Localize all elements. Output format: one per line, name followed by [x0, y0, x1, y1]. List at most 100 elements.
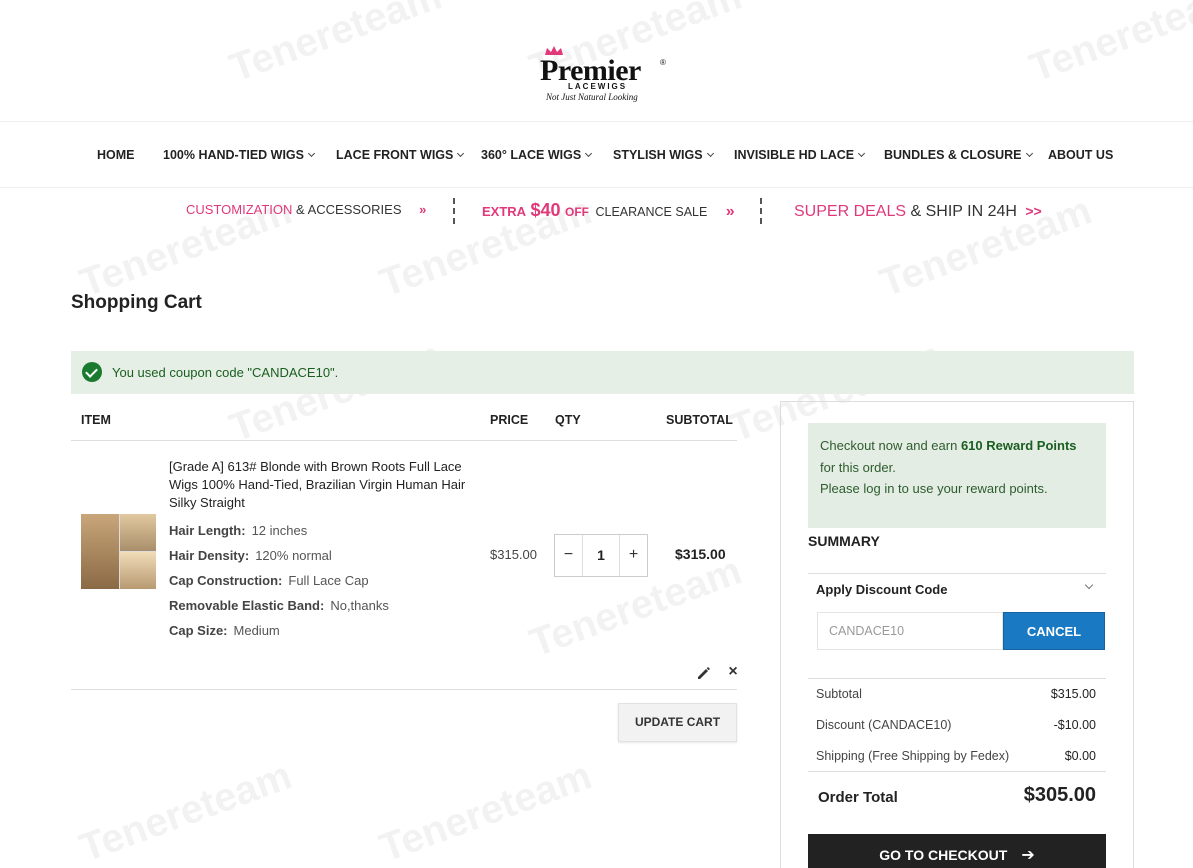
reward-login-text[interactable]: Please log in to use your reward points.	[820, 481, 1048, 496]
column-header-item: ITEM	[81, 413, 111, 427]
nav-label: INVISIBLE HD LACE	[734, 148, 855, 162]
option-label: Cap Construction:	[169, 573, 283, 588]
nav-label: BUNDLES & CLOSURE	[884, 148, 1022, 162]
summary-row-label: Discount (CANDACE10)	[816, 718, 952, 732]
reward-points: 610 Reward Points	[960, 438, 1077, 453]
chevron-down-icon	[1025, 149, 1033, 158]
checkout-button[interactable]: GO TO CHECKOUT ➔	[808, 834, 1106, 868]
site-header: Premier ® LACEWIGS Not Just Natural Look…	[0, 0, 1193, 122]
coupon-success-message: You used coupon code "CANDACE10".	[71, 351, 1134, 394]
nav-label: HOME	[97, 148, 135, 162]
promo-text: & SHIP IN 24H	[910, 203, 1017, 220]
promo-text: CUSTOMIZATION	[186, 202, 293, 217]
option-value: 120% normal	[255, 548, 332, 563]
pencil-icon[interactable]	[695, 665, 711, 681]
column-header-price: PRICE	[490, 413, 529, 427]
promo-arrow-icon: »	[725, 203, 735, 220]
close-icon[interactable]: ×	[726, 664, 740, 680]
nav-label: STYLISH WIGS	[613, 148, 703, 162]
arrow-right-icon: ➔	[1021, 847, 1035, 864]
decrease-qty-button[interactable]: −	[555, 535, 583, 576]
divider	[71, 689, 737, 690]
chevron-down-icon	[307, 149, 316, 158]
item-subtotal: $315.00	[675, 546, 726, 562]
product-thumbnail[interactable]	[81, 514, 156, 589]
promo-arrow-icon: »	[419, 202, 427, 217]
promo-super-deals-link[interactable]: SUPER DEALS & SHIP IN 24H >>	[794, 203, 1042, 221]
brand-tagline: Not Just Natural Looking	[546, 92, 638, 102]
option-value: Full Lace Cap	[288, 573, 369, 588]
main-nav: HOME 100% HAND-TIED WIGS LACE FRONT WIGS…	[0, 122, 1193, 188]
summary-row-label: Subtotal	[816, 687, 862, 701]
option-value: Medium	[233, 623, 280, 638]
checkout-label: GO TO CHECKOUT	[879, 847, 1008, 863]
nav-label: ABOUT US	[1048, 148, 1114, 162]
promo-text: EXTRA	[482, 204, 527, 219]
nav-label: 360° LACE WIGS	[481, 148, 582, 162]
reward-points-notice: Checkout now and earn 610 Reward Points …	[808, 423, 1106, 528]
message-text: You used coupon code "CANDACE10".	[112, 365, 339, 380]
quantity-input[interactable]: 1	[583, 535, 619, 576]
discount-code-input[interactable]: CANDACE10	[817, 612, 1003, 650]
increase-qty-button[interactable]: +	[619, 535, 647, 576]
option-cap-size: Cap Size: Medium	[169, 623, 280, 638]
option-elastic-band: Removable Elastic Band: No,thanks	[169, 598, 389, 613]
nav-label: 100% HAND-TIED WIGS	[163, 148, 304, 162]
nav-item-lace-front-wigs[interactable]: LACE FRONT WIGS	[336, 148, 465, 162]
brand-logo[interactable]: Premier ® LACEWIGS Not Just Natural Look…	[540, 46, 670, 106]
promo-clearance-link[interactable]: EXTRA $40 OFF CLEARANCE SALE »	[482, 200, 735, 221]
reward-text: for this order.	[820, 459, 896, 475]
nav-item-stylish-wigs[interactable]: STYLISH WIGS	[613, 148, 714, 162]
nav-item-about-us[interactable]: ABOUT US	[1048, 148, 1113, 162]
order-total-value: $305.00	[1023, 784, 1096, 806]
reward-text: Checkout now and earn	[820, 438, 961, 453]
column-header-subtotal: SUBTOTAL	[666, 413, 733, 427]
divider	[808, 573, 1106, 574]
option-hair-density: Hair Density: 120% normal	[169, 548, 332, 563]
nav-label: LACE FRONT WIGS	[336, 148, 454, 162]
update-cart-button[interactable]: UPDATE CART	[618, 703, 737, 742]
divider	[71, 440, 737, 441]
divider	[808, 678, 1106, 679]
summary-row-label: Shipping (Free Shipping by Fedex)	[816, 749, 1010, 763]
promo-text: CLEARANCE SALE	[595, 205, 708, 219]
chevron-down-icon	[585, 149, 593, 158]
page-title: Shopping Cart	[71, 292, 202, 313]
promo-text: OFF	[565, 205, 590, 219]
nav-item-bundles-closure[interactable]: BUNDLES & CLOSURE	[884, 148, 1033, 162]
divider	[760, 198, 762, 224]
nav-item-360-lace-wigs[interactable]: 360° LACE WIGS	[481, 148, 593, 162]
option-label: Removable Elastic Band:	[169, 598, 325, 613]
chevron-down-icon	[457, 149, 465, 158]
column-header-qty: QTY	[555, 413, 581, 427]
summary-row-value: -$10.00	[1053, 718, 1096, 732]
product-name-link[interactable]: [Grade A] 613# Blonde with Brown Roots F…	[169, 458, 469, 512]
summary-row-value: $0.00	[1064, 749, 1096, 763]
watermark: Tenereteam	[373, 753, 598, 868]
promo-text: & ACCESSORIES	[296, 202, 402, 217]
option-label: Hair Density:	[169, 548, 250, 563]
option-cap-construction: Cap Construction: Full Lace Cap	[169, 573, 369, 588]
promo-customization-link[interactable]: CUSTOMIZATION & ACCESSORIES »	[186, 202, 426, 217]
promo-strip: CUSTOMIZATION & ACCESSORIES » EXTRA $40 …	[0, 190, 1193, 234]
watermark: Tenereteam	[73, 753, 298, 868]
discount-toggle[interactable]: Apply Discount Code	[816, 582, 947, 597]
option-hair-length: Hair Length: 12 inches	[169, 523, 307, 538]
option-value: 12 inches	[251, 523, 308, 538]
order-total-label: Order Total	[818, 789, 898, 806]
chevron-down-icon	[706, 149, 714, 158]
registered-mark: ®	[660, 58, 666, 67]
chevron-down-icon	[858, 149, 866, 158]
option-value: No,thanks	[330, 598, 389, 613]
check-circle-icon	[82, 362, 102, 382]
divider	[808, 771, 1106, 772]
nav-item-home[interactable]: HOME	[97, 148, 135, 162]
divider	[453, 198, 455, 224]
brand-line: LACEWIGS	[568, 82, 628, 91]
promo-text: $40	[530, 200, 561, 220]
nav-item-hand-tied-wigs[interactable]: 100% HAND-TIED WIGS	[163, 148, 316, 162]
promo-arrow-icon: >>	[1025, 203, 1042, 219]
nav-item-invisible-hd-lace[interactable]: INVISIBLE HD LACE	[734, 148, 866, 162]
item-price: $315.00	[490, 547, 537, 562]
cancel-coupon-button[interactable]: CANCEL	[1003, 612, 1105, 650]
